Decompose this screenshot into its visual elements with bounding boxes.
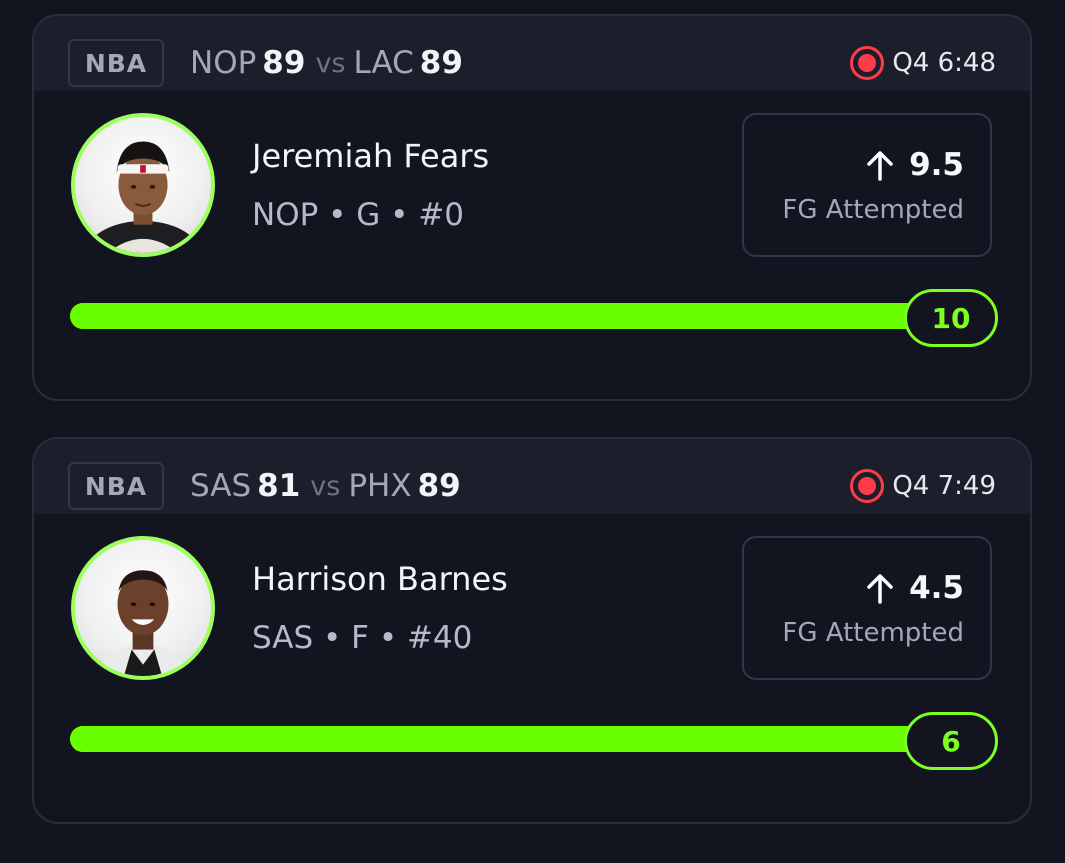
- home-score: 81: [257, 468, 301, 504]
- game-header: NBA SAS 81 vs PHX 89 Q4 7:49: [34, 439, 1030, 514]
- away-score: 89: [417, 468, 461, 504]
- matchup: NOP 89 vs LAC 89: [190, 39, 465, 87]
- live-icon: [850, 46, 885, 80]
- current-value-pill: 6: [904, 712, 998, 770]
- card-body: Harrison Barnes SAS • F • #40 4.5 FG Att…: [34, 514, 1030, 822]
- live-status: Q4 6:48: [850, 39, 996, 87]
- progress-bar: [70, 726, 970, 752]
- game-clock: Q4 7:49: [892, 471, 996, 501]
- player-avatar: [71, 536, 215, 680]
- current-value-pill: 10: [904, 289, 998, 347]
- league-badge: NBA: [68, 462, 164, 510]
- prop-card[interactable]: NBA NOP 89 vs LAC 89 Q4 6:48 Jeremiah Fe…: [32, 14, 1032, 401]
- home-team: SAS: [190, 468, 252, 504]
- away-team: PHX: [348, 468, 412, 504]
- prop-line-box: 4.5 FG Attempted: [742, 536, 992, 680]
- prop-line-box: 9.5 FG Attempted: [742, 113, 992, 257]
- matchup: SAS 81 vs PHX 89: [190, 462, 463, 510]
- game-clock: Q4 6:48: [892, 48, 996, 78]
- prop-card[interactable]: NBA SAS 81 vs PHX 89 Q4 7:49 Harrison Ba…: [32, 437, 1032, 824]
- card-body: Jeremiah Fears NOP • G • #0 9.5 FG Attem…: [34, 91, 1030, 399]
- game-header: NBA NOP 89 vs LAC 89 Q4 6:48: [34, 16, 1030, 91]
- player-meta: NOP • G • #0: [252, 197, 464, 233]
- vs-label: vs: [310, 470, 341, 502]
- player-avatar: [71, 113, 215, 257]
- arrow-up-icon: [865, 572, 895, 604]
- progress-fill: [70, 726, 970, 752]
- arrow-up-icon: [865, 149, 895, 181]
- away-score: 89: [419, 45, 463, 81]
- live-icon: [850, 469, 885, 503]
- progress-fill: [70, 303, 970, 329]
- line-value: 4.5: [909, 570, 964, 606]
- prop-line: 9.5: [865, 147, 964, 183]
- player-name: Jeremiah Fears: [252, 137, 490, 175]
- live-status: Q4 7:49: [850, 462, 996, 510]
- line-value: 9.5: [909, 147, 964, 183]
- prop-line: 4.5: [865, 570, 964, 606]
- league-badge: NBA: [68, 39, 164, 87]
- vs-label: vs: [315, 47, 346, 79]
- stat-label: FG Attempted: [782, 195, 964, 225]
- home-team: NOP: [190, 45, 257, 81]
- home-score: 89: [262, 45, 306, 81]
- stat-label: FG Attempted: [782, 618, 964, 648]
- away-team: LAC: [353, 45, 414, 81]
- player-meta: SAS • F • #40: [252, 620, 473, 656]
- progress-bar: [70, 303, 970, 329]
- player-name: Harrison Barnes: [252, 560, 508, 598]
